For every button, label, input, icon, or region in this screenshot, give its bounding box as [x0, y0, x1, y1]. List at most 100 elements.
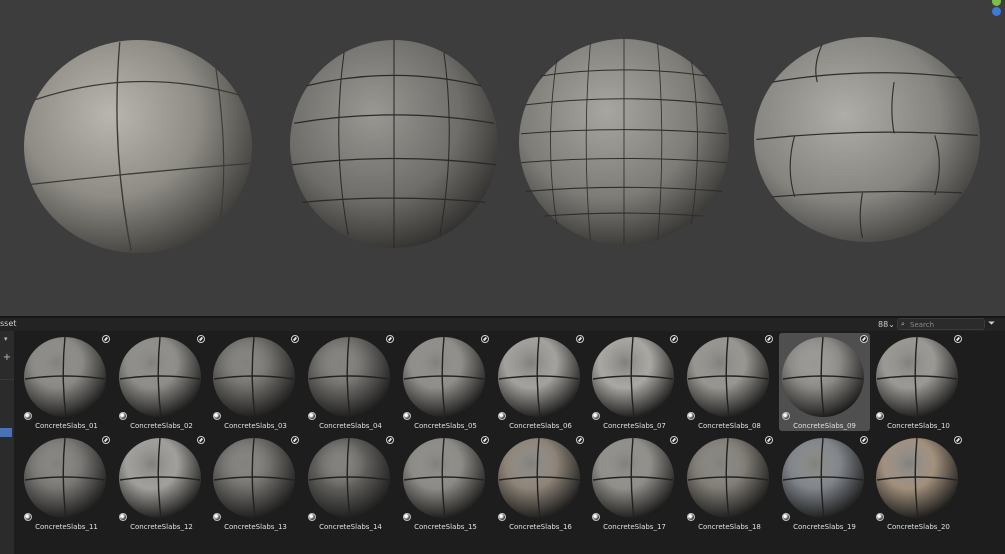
edit-icon[interactable] [765, 335, 773, 343]
edit-icon[interactable] [102, 335, 110, 343]
asset-thumbnail [213, 336, 295, 418]
asset-tile[interactable]: ConcreteSlabs_08 [684, 333, 775, 431]
asset-tile[interactable]: ConcreteSlabs_06 [495, 333, 586, 431]
edit-icon[interactable] [954, 436, 962, 444]
asset-tile[interactable]: ConcreteSlabs_15 [400, 434, 491, 532]
asset-tile[interactable]: ConcreteSlabs_13 [210, 434, 301, 532]
edit-icon[interactable] [670, 436, 678, 444]
asset-label: ConcreteSlabs_08 [698, 422, 761, 430]
asset-tile[interactable]: ConcreteSlabs_12 [116, 434, 207, 532]
material-type-icon [687, 513, 695, 521]
edit-icon[interactable] [481, 335, 489, 343]
material-type-icon [782, 412, 790, 420]
asset-thumbnail [498, 437, 580, 519]
asset-thumbnail [119, 437, 201, 519]
edit-icon[interactable] [197, 335, 205, 343]
asset-thumbnail [24, 437, 106, 519]
asset-tile[interactable]: ConcreteSlabs_19 [779, 434, 870, 532]
asset-thumbnail [782, 336, 864, 418]
edit-icon[interactable] [197, 436, 205, 444]
sphere-slabs-small-tiles[interactable] [519, 39, 729, 245]
edit-icon[interactable] [765, 436, 773, 444]
asset-thumbnail [308, 336, 390, 418]
material-type-icon [498, 513, 506, 521]
edit-icon[interactable] [102, 436, 110, 444]
chevron-down-icon[interactable]: ▾ [4, 335, 8, 343]
search-icon: ⌕ [901, 320, 905, 328]
edit-icon[interactable] [481, 436, 489, 444]
asset-tile[interactable]: ConcreteSlabs_09 [779, 333, 870, 431]
edit-icon[interactable] [291, 436, 299, 444]
asset-tile[interactable]: ConcreteSlabs_01 [21, 333, 112, 431]
edit-icon[interactable] [954, 335, 962, 343]
edit-icon[interactable] [576, 436, 584, 444]
material-type-icon [782, 513, 790, 521]
asset-tile[interactable]: ConcreteSlabs_14 [305, 434, 396, 532]
edit-icon[interactable] [670, 335, 678, 343]
edit-icon[interactable] [386, 436, 394, 444]
material-type-icon [498, 412, 506, 420]
material-type-icon [308, 513, 316, 521]
material-type-icon [308, 412, 316, 420]
asset-tile[interactable]: ConcreteSlabs_16 [495, 434, 586, 532]
asset-grid: ConcreteSlabs_01 ConcreteSlabs_02 Concrete… [20, 333, 980, 548]
asset-label: ConcreteSlabs_11 [35, 523, 98, 531]
view-mode-toggle[interactable]: 88⌄ [878, 319, 896, 330]
sphere-slabs-wide[interactable] [754, 37, 980, 242]
gizmo-blue-icon[interactable] [992, 7, 1001, 16]
asset-tile[interactable]: ConcreteSlabs_07 [589, 333, 680, 431]
asset-label: ConcreteSlabs_16 [509, 523, 572, 531]
asset-label: ConcreteSlabs_18 [698, 523, 761, 531]
asset-label: ConcreteSlabs_07 [603, 422, 666, 430]
material-type-icon [213, 513, 221, 521]
asset-label: ConcreteSlabs_14 [319, 523, 382, 531]
asset-tile[interactable]: ConcreteSlabs_05 [400, 333, 491, 431]
edit-icon[interactable] [860, 335, 868, 343]
search-box: ⌕ [897, 318, 985, 330]
edit-icon[interactable] [291, 335, 299, 343]
sphere-slabs-medium[interactable] [290, 40, 498, 248]
asset-tile[interactable]: ConcreteSlabs_18 [684, 434, 775, 532]
asset-label: ConcreteSlabs_03 [224, 422, 287, 430]
edit-icon[interactable] [386, 335, 394, 343]
asset-tile[interactable]: ConcreteSlabs_11 [21, 434, 112, 532]
asset-thumbnail [876, 336, 958, 418]
sphere-slabs-large[interactable] [24, 40, 252, 253]
asset-thumbnail [687, 336, 769, 418]
material-type-icon [403, 412, 411, 420]
asset-label: ConcreteSlabs_20 [887, 523, 950, 531]
asset-label: ConcreteSlabs_04 [319, 422, 382, 430]
asset-label: ConcreteSlabs_01 [35, 422, 98, 430]
material-type-icon [687, 412, 695, 420]
library-label[interactable]: sset [0, 319, 16, 329]
add-button[interactable]: + [2, 353, 12, 363]
asset-tile[interactable]: ConcreteSlabs_02 [116, 333, 207, 431]
material-type-icon [592, 513, 600, 521]
search-input[interactable] [910, 320, 982, 329]
active-catalog-marker[interactable] [0, 428, 12, 437]
asset-label: ConcreteSlabs_13 [224, 523, 287, 531]
material-type-icon [213, 412, 221, 420]
asset-thumbnail [592, 336, 674, 418]
asset-thumbnail [213, 437, 295, 519]
material-type-icon [876, 513, 884, 521]
3d-viewport[interactable] [0, 0, 1005, 316]
asset-label: ConcreteSlabs_09 [793, 422, 856, 430]
material-type-icon [119, 513, 127, 521]
asset-tile[interactable]: ConcreteSlabs_04 [305, 333, 396, 431]
asset-label: ConcreteSlabs_12 [130, 523, 193, 531]
edit-icon[interactable] [576, 335, 584, 343]
asset-tile[interactable]: ConcreteSlabs_03 [210, 333, 301, 431]
asset-label: ConcreteSlabs_05 [414, 422, 477, 430]
material-type-icon [876, 412, 884, 420]
asset-tile[interactable]: ConcreteSlabs_17 [589, 434, 680, 532]
gizmo-green-icon[interactable] [992, 0, 1001, 6]
material-type-icon [24, 412, 32, 420]
asset-thumbnail [403, 437, 485, 519]
material-type-icon [24, 513, 32, 521]
material-type-icon [403, 513, 411, 521]
asset-tile[interactable]: ConcreteSlabs_10 [873, 333, 964, 431]
filter-icon[interactable]: ⏷ [988, 318, 995, 330]
edit-icon[interactable] [860, 436, 868, 444]
asset-tile[interactable]: ConcreteSlabs_20 [873, 434, 964, 532]
